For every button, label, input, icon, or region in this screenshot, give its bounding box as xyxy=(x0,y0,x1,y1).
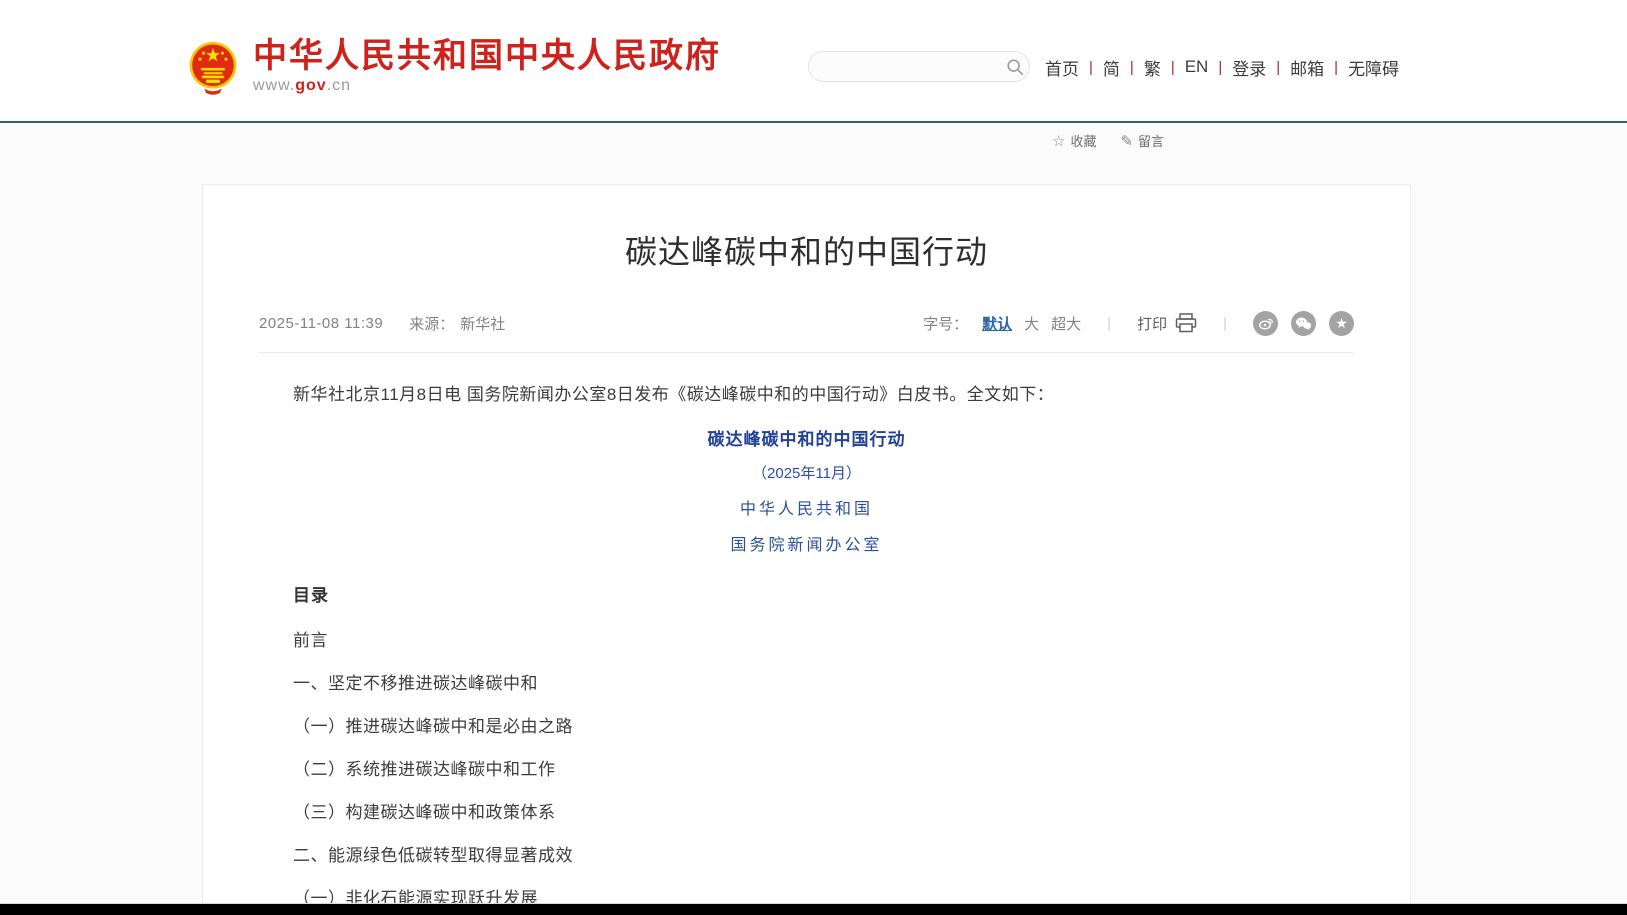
doc-org-line1: 中华人民共和国 xyxy=(259,495,1354,519)
nav-separator: | xyxy=(1218,59,1222,76)
comment-label: 留言 xyxy=(1138,131,1164,150)
nav-separator: | xyxy=(1130,59,1134,76)
meta-divider xyxy=(259,352,1354,353)
search-icon[interactable] xyxy=(1006,58,1024,76)
divider-pipe: | xyxy=(1107,315,1111,332)
font-size-xlarge-button[interactable]: 超大 xyxy=(1051,313,1081,334)
article-meta-row: 2025-11-08 11:39 来源： 新华社 字号： 默认 大 超大 | 打… xyxy=(259,312,1354,334)
divider-pipe: | xyxy=(1223,315,1227,332)
print-label: 打印 xyxy=(1137,313,1167,334)
site-logo[interactable]: 中华人民共和国中央人民政府 www.gov.cn xyxy=(187,38,721,96)
comment-button[interactable]: ✎ 留言 xyxy=(1120,131,1164,150)
nav-login[interactable]: 登录 xyxy=(1232,55,1266,80)
font-size-label: 字号： xyxy=(923,313,968,334)
favorite-button[interactable]: ☆ 收藏 xyxy=(1052,131,1096,150)
nav-separator: | xyxy=(1089,59,1093,76)
nav-accessibility[interactable]: 无障碍 xyxy=(1348,55,1399,80)
article-card: 碳达峰碳中和的中国行动 2025-11-08 11:39 来源： 新华社 字号：… xyxy=(202,184,1411,905)
doc-date: （2025年11月） xyxy=(259,462,1354,483)
wechat-icon xyxy=(1295,316,1312,331)
nav-english[interactable]: EN xyxy=(1185,57,1209,77)
pencil-icon: ✎ xyxy=(1120,132,1133,150)
font-size-default-button[interactable]: 默认 xyxy=(982,313,1012,334)
toc-item-1-1: （一）推进碳达峰碳中和是必由之路 xyxy=(259,718,1354,735)
publish-date: 2025-11-08 11:39 xyxy=(259,315,383,332)
doc-org-line2: 国务院新闻办公室 xyxy=(259,531,1354,555)
article-title: 碳达峰碳中和的中国行动 xyxy=(259,227,1354,273)
search-input[interactable] xyxy=(825,59,1006,75)
nav-separator: | xyxy=(1276,59,1280,76)
weibo-icon xyxy=(1258,315,1274,331)
share-group: ★ xyxy=(1253,311,1354,336)
source-label: 来源： xyxy=(409,313,454,334)
toc-item-1-3: （三）构建碳达峰碳中和政策体系 xyxy=(259,804,1354,821)
share-wechat-button[interactable] xyxy=(1291,311,1316,336)
share-qzone-button[interactable]: ★ xyxy=(1329,311,1354,336)
bottom-black-bar xyxy=(0,904,1627,915)
font-size-large-button[interactable]: 大 xyxy=(1024,313,1039,334)
nav-separator: | xyxy=(1334,59,1338,76)
nav-mail[interactable]: 邮箱 xyxy=(1290,55,1324,80)
lead-paragraph: 新华社北京11月8日电 国务院新闻办公室8日发布《碳达峰碳中和的中国行动》白皮书… xyxy=(259,381,1354,409)
toc-item-2: 二、能源绿色低碳转型取得显著成效 xyxy=(259,847,1354,864)
site-header: 中华人民共和国中央人民政府 www.gov.cn 首页 | 简 | 繁 | EN… xyxy=(0,0,1627,123)
doc-title: 碳达峰碳中和的中国行动 xyxy=(259,425,1354,450)
nav-separator: | xyxy=(1171,59,1175,76)
nav-home[interactable]: 首页 xyxy=(1045,55,1079,80)
toc-heading: 目录 xyxy=(259,581,1354,606)
source-value[interactable]: 新华社 xyxy=(460,313,505,334)
share-weibo-button[interactable] xyxy=(1253,311,1278,336)
printer-icon xyxy=(1175,313,1197,333)
nav-simplified[interactable]: 简 xyxy=(1103,55,1120,80)
favorite-label: 收藏 xyxy=(1070,131,1096,150)
star-outline-icon: ☆ xyxy=(1052,132,1065,150)
page-actions: ☆ 收藏 ✎ 留言 xyxy=(1052,131,1164,150)
site-title: 中华人民共和国中央人民政府 xyxy=(253,38,721,74)
search-box[interactable] xyxy=(808,51,1030,82)
nav-traditional[interactable]: 繁 xyxy=(1144,55,1161,80)
print-button[interactable]: 打印 xyxy=(1137,313,1197,334)
toc-item-1-2: （二）系统推进碳达峰碳中和工作 xyxy=(259,761,1354,778)
national-emblem-icon xyxy=(187,38,239,96)
star-icon: ★ xyxy=(1335,316,1348,330)
toc-item-1: 一、坚定不移推进碳达峰碳中和 xyxy=(259,675,1354,692)
toc-item-preface: 前言 xyxy=(259,632,1354,649)
top-nav: 首页 | 简 | 繁 | EN | 登录 | 邮箱 | 无障碍 xyxy=(1045,55,1399,79)
site-url: www.gov.cn xyxy=(253,77,721,95)
